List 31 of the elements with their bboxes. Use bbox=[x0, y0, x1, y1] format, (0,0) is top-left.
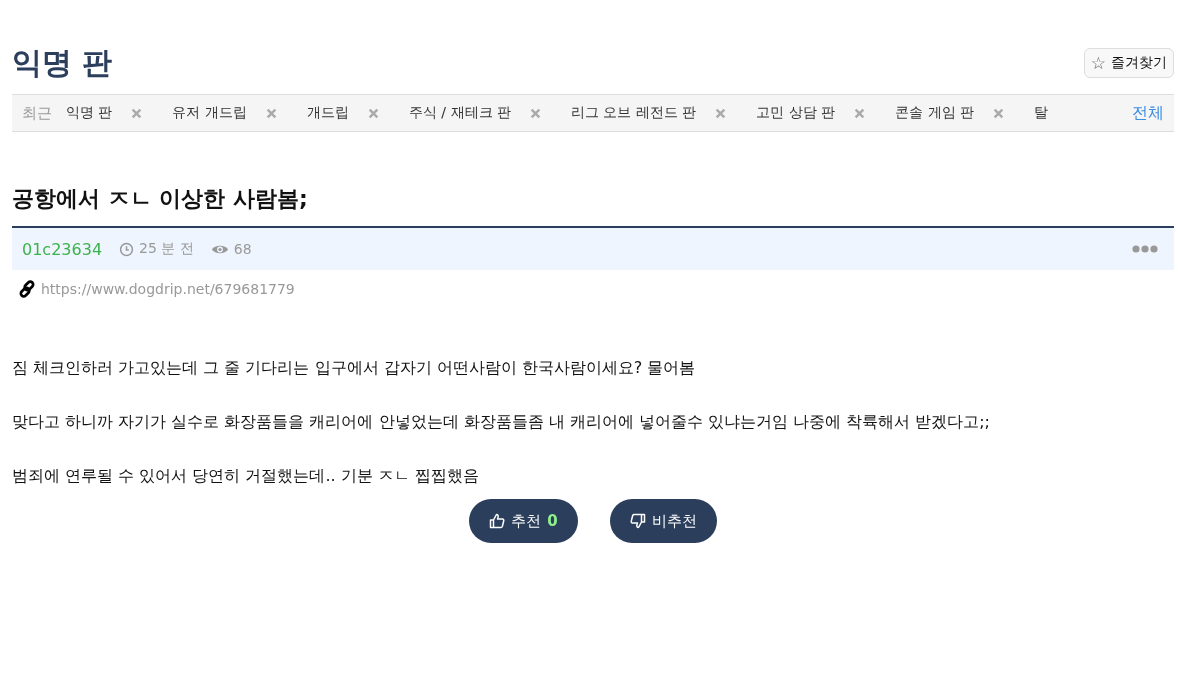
clock-icon bbox=[119, 241, 135, 257]
recent-board-link[interactable]: 고민 상담 판 bbox=[756, 104, 836, 122]
close-icon[interactable] bbox=[131, 107, 143, 119]
recent-board-link[interactable]: 콘솔 게임 판 bbox=[895, 104, 975, 122]
recent-board-link[interactable]: 익명 판 bbox=[66, 104, 113, 122]
upvote-button[interactable]: 추천 0 bbox=[469, 499, 578, 543]
close-icon[interactable] bbox=[265, 107, 277, 119]
board-title: 익명 판 bbox=[12, 43, 113, 82]
close-icon[interactable] bbox=[530, 107, 541, 119]
close-icon[interactable] bbox=[993, 107, 1005, 119]
recent-board-link[interactable]: 주식 / 재테크 판 bbox=[408, 104, 511, 122]
link-icon bbox=[18, 280, 36, 298]
favorite-button[interactable]: ☆ 즐겨찾기 bbox=[1083, 48, 1174, 78]
close-icon[interactable] bbox=[367, 107, 379, 119]
thumbs-up-icon bbox=[489, 513, 506, 529]
post-time: 25 분 전 bbox=[139, 240, 194, 258]
close-icon[interactable] bbox=[715, 107, 727, 119]
downvote-button[interactable]: 비추천 bbox=[609, 499, 717, 543]
more-icon[interactable] bbox=[1132, 245, 1158, 253]
star-icon: ☆ bbox=[1090, 54, 1106, 72]
post-paragraph: 범죄에 연루될 수 있어서 당연히 거절했는데.. 기분 ㅈㄴ 찝찝했음 bbox=[12, 466, 480, 487]
recent-board-link[interactable]: 개드립 bbox=[306, 104, 349, 122]
post-paragraph: 맞다고 하니까 자기가 실수로 화장품들을 캐리어에 안넣었는데 화장품들좀 내 캐리어에 넣어줄수 있냐는거임 나중에 착륙해서 받겠다고;; bbox=[12, 412, 991, 433]
view-count: 68 bbox=[233, 241, 252, 257]
recent-board-link[interactable]: 탈 bbox=[1034, 104, 1049, 122]
close-icon[interactable] bbox=[854, 107, 866, 119]
recent-board-link[interactable]: 유저 개드립 bbox=[172, 104, 247, 122]
thumbs-down-icon bbox=[629, 513, 646, 529]
recent-label: 최근 bbox=[22, 103, 52, 123]
recent-board-link[interactable]: 리그 오브 레전드 판 bbox=[571, 104, 697, 122]
post-paragraph: 짐 체크인하러 가고있는데 그 줄 기다리는 입구에서 갑자기 어떤사람이 한국사람이세요? 물어봄 bbox=[12, 358, 697, 379]
